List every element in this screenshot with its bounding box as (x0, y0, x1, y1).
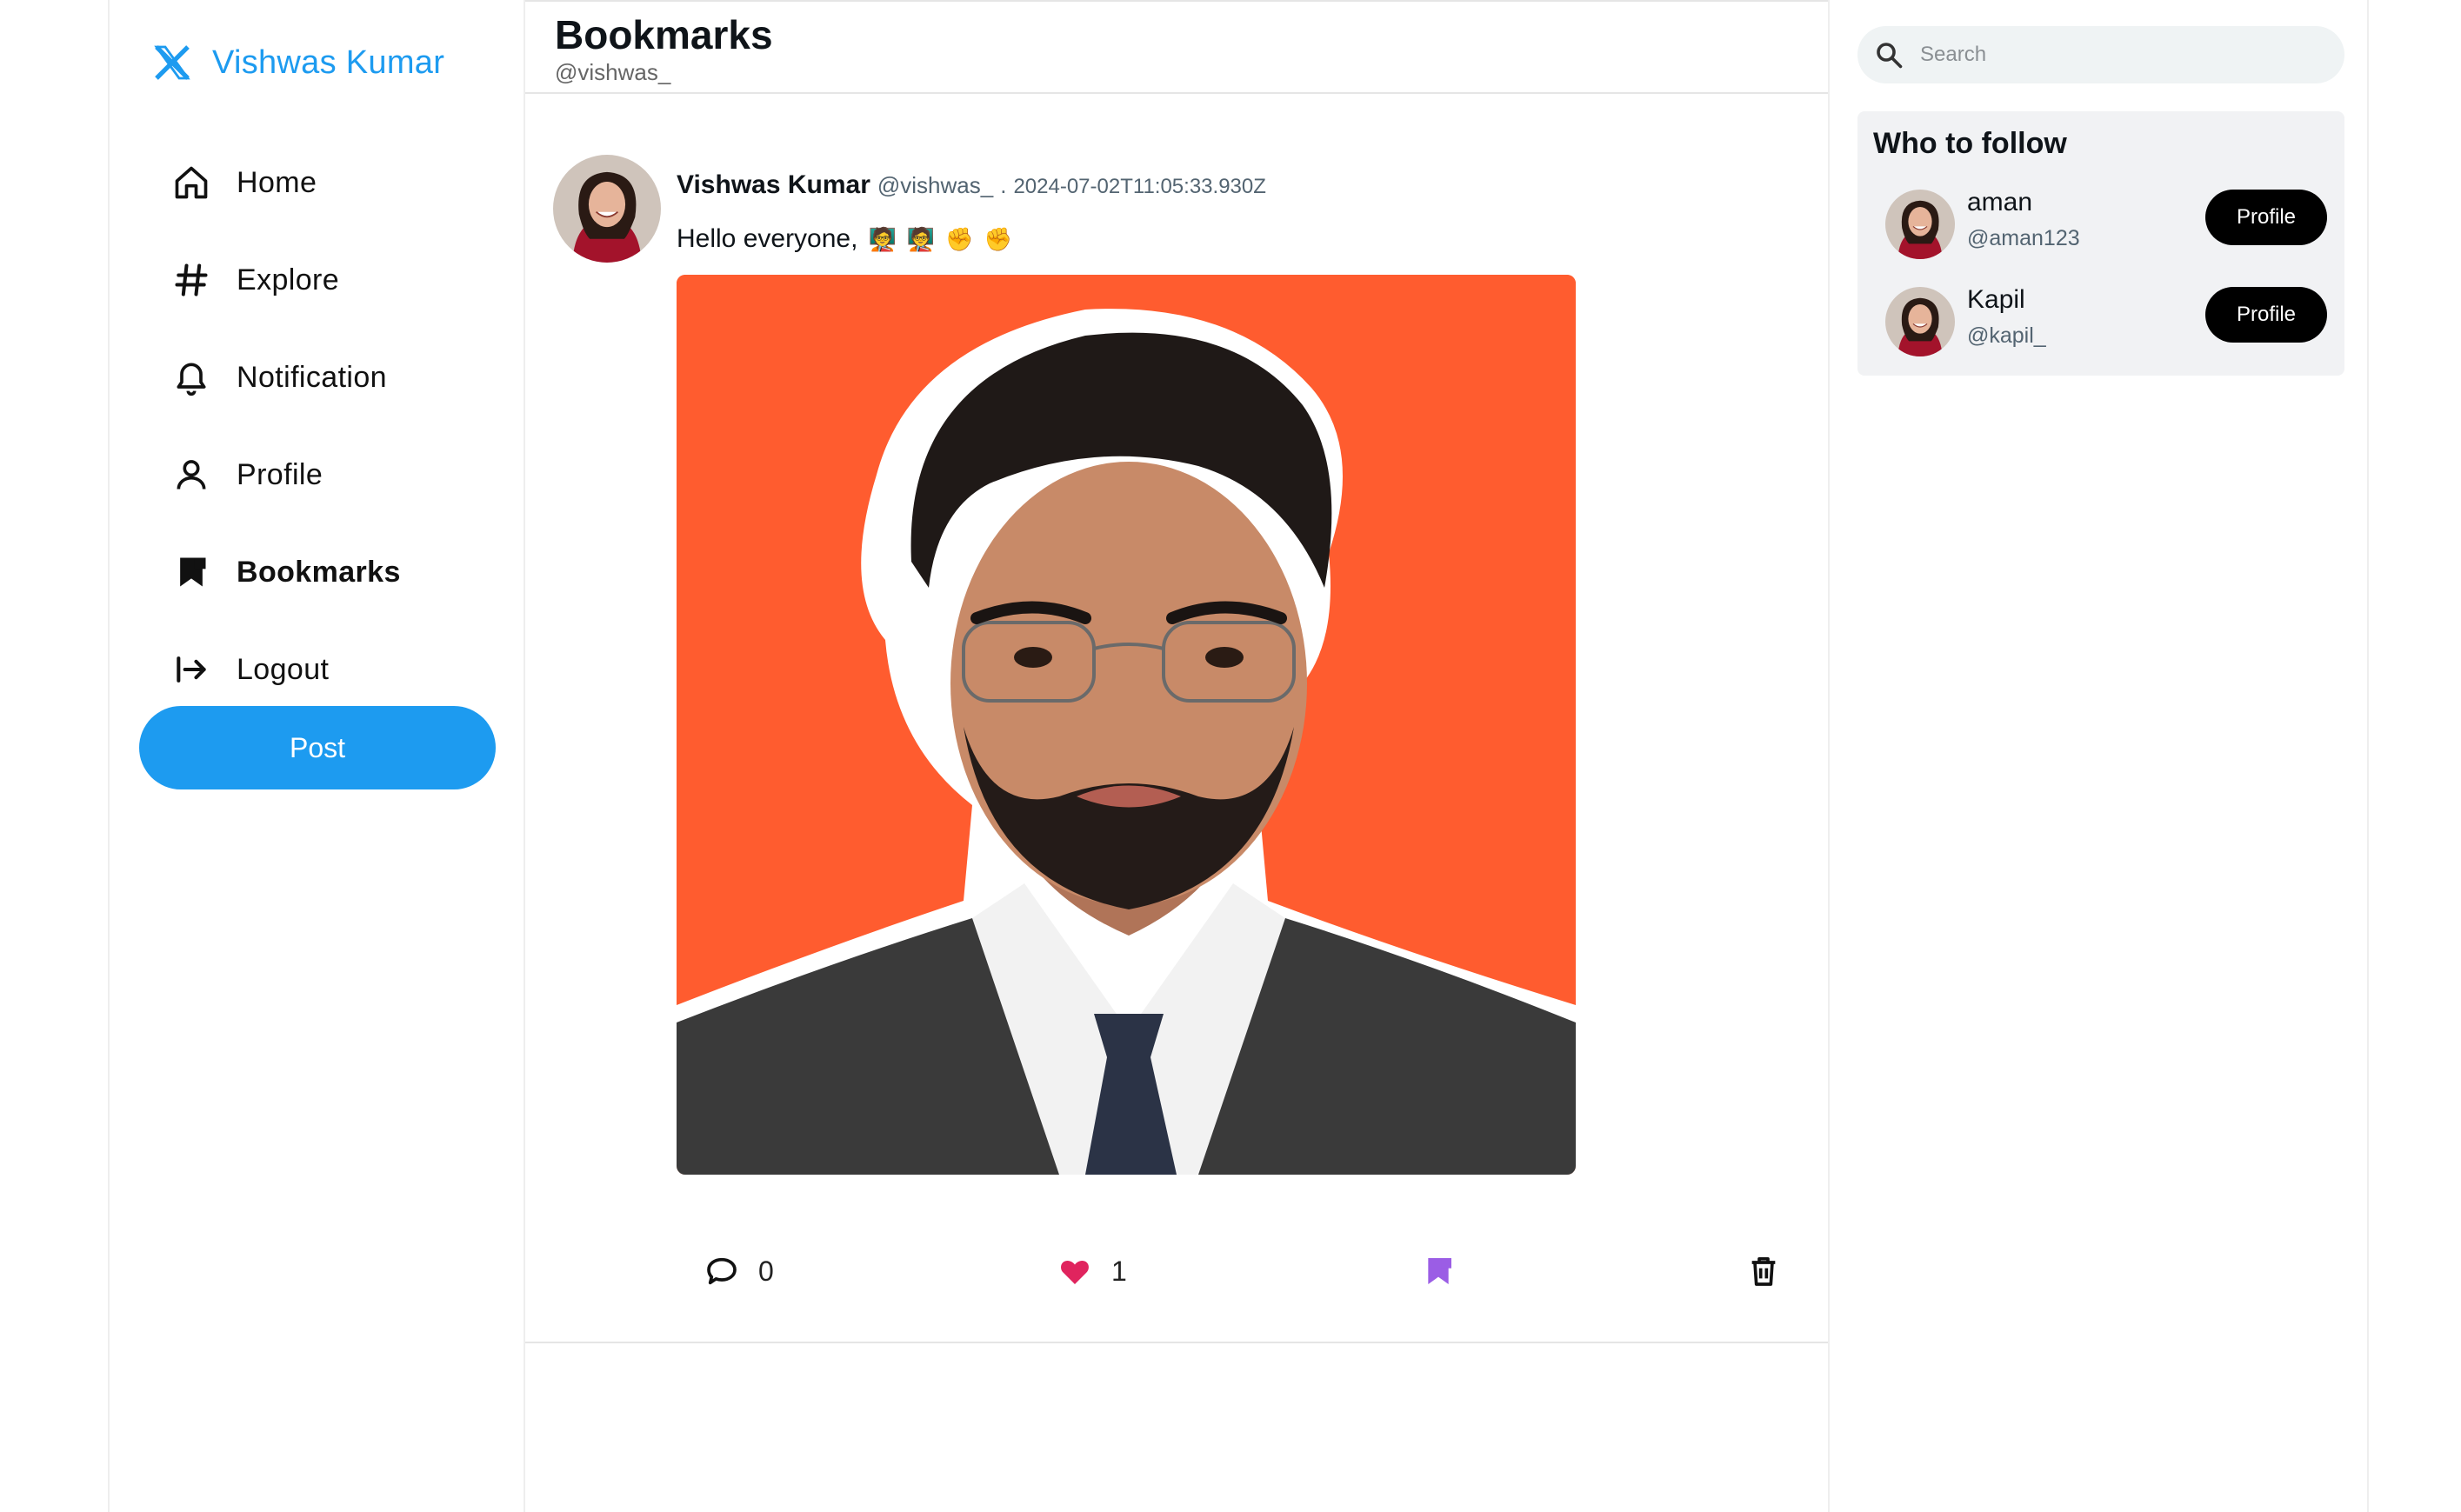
page-subtitle: @vishwas_ (555, 59, 671, 85)
x-logo-icon (154, 45, 190, 80)
who-to-follow-title: Who to follow (1873, 127, 2067, 160)
like-count: 1 (1111, 1255, 1127, 1287)
follow-handle: @aman123 (1967, 226, 2080, 250)
bell-icon (170, 356, 212, 398)
nav-item-bookmarks[interactable]: Bookmarks (170, 523, 401, 621)
nav-item-explore[interactable]: Explore (170, 231, 401, 329)
tweet-author-handle: @vishwas_ (877, 172, 994, 198)
tweet-text-body: Hello everyone, (677, 224, 858, 253)
follow-handle: @kapil_ (1967, 323, 2046, 348)
post-button[interactable]: Post (139, 706, 496, 789)
nav-item-profile[interactable]: Profile (170, 426, 401, 523)
tweet-header: Vishwas Kumar @vishwas_ . 2024-07-02T11:… (677, 170, 1266, 200)
nav-label-notification: Notification (237, 360, 387, 394)
emoji: 🧑‍🏫 (906, 225, 936, 252)
profile-button[interactable]: Profile (2205, 190, 2327, 245)
comment-count: 0 (758, 1255, 774, 1287)
app-root: Vishwas Kumar Home Explore Notification (108, 0, 2369, 1512)
page-header: Bookmarks @vishwas_ (525, 0, 1828, 94)
follow-suggestion: aman @aman123 Profile (1884, 184, 2327, 263)
follow-name: Kapil (1967, 285, 2025, 314)
trash-icon (1751, 1257, 1776, 1286)
brand-name: Vishwas Kumar (212, 43, 445, 81)
nav-label-profile: Profile (237, 457, 323, 491)
nav-label-bookmarks: Bookmarks (237, 555, 401, 589)
logout-icon (170, 649, 212, 690)
emoji: 🧑‍🏫 (868, 225, 897, 252)
nav-label-home: Home (237, 165, 317, 199)
comment-button[interactable]: 0 (704, 1254, 774, 1289)
tweet-timestamp: 2024-07-02T11:05:33.930Z (1013, 175, 1266, 198)
emoji: ✊ (945, 225, 974, 252)
tweet-image[interactable] (677, 275, 1576, 1175)
tweet-actions: 0 1 (525, 1254, 1828, 1315)
right-sidebar: Who to follow aman @aman123 Profile (1830, 0, 2369, 1512)
emoji: ✊ (984, 225, 1012, 252)
bookmark-icon (170, 551, 212, 593)
bookmark-filled-icon (1428, 1258, 1451, 1284)
bookmark-button[interactable] (1421, 1254, 1456, 1289)
like-button[interactable]: 1 (1057, 1254, 1127, 1289)
hashtag-icon (170, 259, 212, 301)
main-column: Bookmarks @vishwas_ Vishwas Kumar @vishw… (525, 0, 1830, 1512)
search-input[interactable] (1920, 43, 2320, 67)
main-nav: Home Explore Notification Profile Bookma… (170, 134, 401, 718)
delete-button[interactable] (1746, 1254, 1781, 1289)
follow-suggestion: Kapil @kapil_ Profile (1884, 282, 2327, 360)
avatar[interactable] (553, 155, 661, 263)
search-box[interactable] (1857, 26, 2344, 83)
avatar[interactable] (1885, 287, 1955, 356)
nav-label-logout: Logout (237, 652, 330, 686)
comment-icon (707, 1257, 737, 1285)
brand[interactable]: Vishwas Kumar (151, 42, 444, 83)
tweet-text: Hello everyone, 🧑‍🏫 🧑‍🏫 ✊ ✊ (677, 224, 1012, 254)
nav-item-logout[interactable]: Logout (170, 621, 401, 718)
nav-item-notification[interactable]: Notification (170, 329, 401, 426)
page-title: Bookmarks (555, 12, 773, 57)
tweet-separator: . (1000, 172, 1007, 198)
nav-label-explore: Explore (237, 263, 340, 296)
tweet-author-name[interactable]: Vishwas Kumar (677, 170, 870, 200)
nav-item-home[interactable]: Home (170, 134, 401, 231)
avatar[interactable] (1885, 190, 1955, 259)
who-to-follow: Who to follow aman @aman123 Profile Kapi… (1857, 111, 2344, 376)
user-icon (170, 454, 212, 496)
heart-icon (1061, 1260, 1089, 1284)
search-icon (1877, 43, 1903, 69)
tweet-card[interactable]: Vishwas Kumar @vishwas_ . 2024-07-02T11:… (525, 94, 1828, 1343)
follow-name: aman (1967, 188, 2033, 216)
profile-button[interactable]: Profile (2205, 287, 2327, 343)
left-sidebar: Vishwas Kumar Home Explore Notification (108, 0, 525, 1512)
home-icon (170, 162, 212, 203)
